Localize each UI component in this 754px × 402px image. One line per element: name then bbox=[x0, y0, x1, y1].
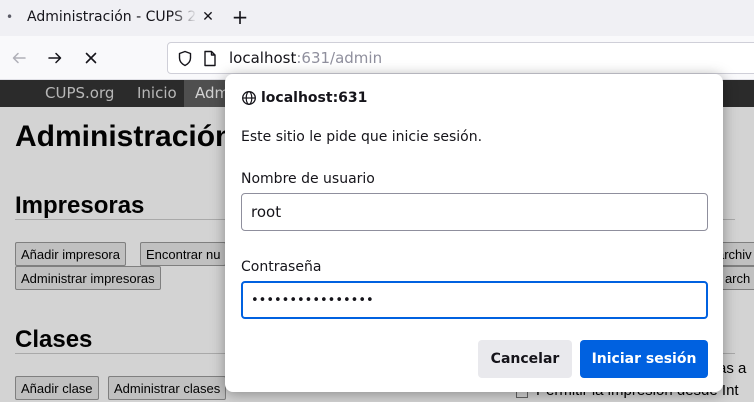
stop-x-icon bbox=[85, 52, 97, 64]
username-value: root bbox=[251, 203, 282, 221]
dialog-host-text: localhost:631 bbox=[261, 90, 368, 106]
tab-close-icon[interactable]: ✕ bbox=[198, 7, 218, 27]
username-field[interactable]: root bbox=[241, 193, 708, 231]
dialog-host: localhost:631 bbox=[241, 90, 367, 106]
tab-loading-dot-icon: • bbox=[6, 10, 14, 24]
back-arrow-icon bbox=[12, 52, 26, 64]
forward-arrow-icon bbox=[48, 52, 62, 64]
tracking-shield-icon[interactable] bbox=[177, 50, 193, 71]
url-host: localhost bbox=[229, 49, 297, 67]
password-value: •••••••••••••••• bbox=[251, 292, 374, 308]
stop-button[interactable] bbox=[79, 46, 103, 70]
tab-administracion[interactable]: • Administración - CUPS 2. ✕ bbox=[0, 0, 220, 36]
url-bar[interactable]: localhost:631/admin bbox=[167, 42, 754, 74]
globe-icon bbox=[242, 91, 256, 105]
username-label: Nombre de usuario bbox=[241, 171, 375, 187]
tab-title: Administración - CUPS 2. bbox=[27, 9, 197, 25]
dialog-message: Este sitio le pide que inicie sesión. bbox=[241, 129, 483, 145]
login-dialog: localhost:631 Este sitio le pide que ini… bbox=[225, 74, 723, 392]
cancel-button[interactable]: Cancelar bbox=[478, 340, 572, 378]
forward-button[interactable] bbox=[43, 46, 67, 70]
url-text[interactable]: localhost:631/admin bbox=[229, 49, 382, 67]
sign-in-button[interactable]: Iniciar sesión bbox=[580, 340, 708, 378]
page-info-icon[interactable] bbox=[203, 50, 217, 71]
new-tab-button[interactable]: + bbox=[229, 4, 251, 30]
tab-strip: • Administración - CUPS 2. ✕ + bbox=[0, 0, 754, 36]
password-label: Contraseña bbox=[241, 259, 322, 275]
back-button[interactable] bbox=[7, 46, 31, 70]
url-path: :631/admin bbox=[296, 49, 383, 67]
password-field[interactable]: •••••••••••••••• bbox=[241, 281, 708, 319]
